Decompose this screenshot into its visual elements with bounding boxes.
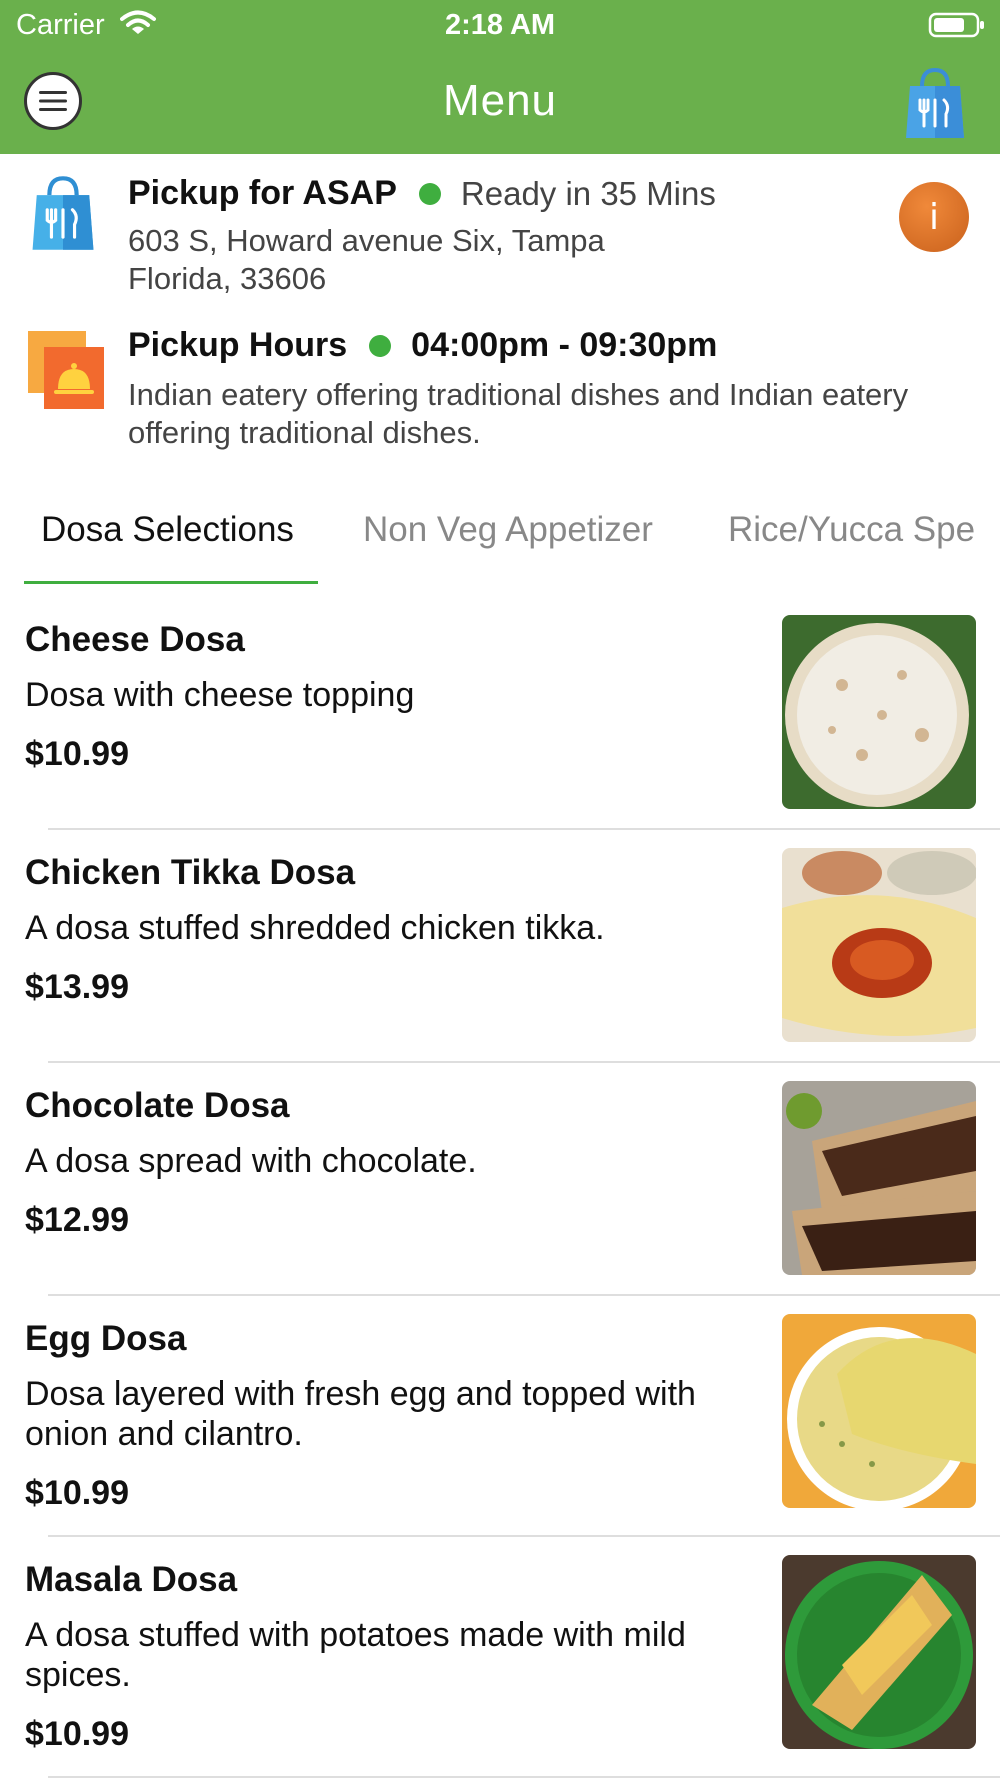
hours-status-dot bbox=[369, 334, 392, 357]
page-title: Menu bbox=[442, 76, 558, 125]
info-button[interactable]: i bbox=[899, 182, 969, 252]
pickup-hours-range: 04:00pm - 09:30pm bbox=[411, 326, 718, 364]
tab-rice-yucca-specials[interactable]: Rice/Yucca Spe bbox=[728, 510, 975, 550]
ready-status-dot bbox=[418, 182, 441, 205]
address-line-2: Florida, 33606 bbox=[128, 261, 327, 296]
pickup-hours-line: Pickup Hours 04:00pm - 09:30pm bbox=[128, 326, 717, 365]
item-description: A dosa stuffed shredded chicken tikka. bbox=[25, 909, 605, 947]
item-price: $10.99 bbox=[25, 1474, 129, 1512]
item-name: Chicken Tikka Dosa bbox=[25, 853, 356, 892]
item-price: $10.99 bbox=[25, 735, 129, 773]
item-description: A dosa stuffed with potatoes made with m… bbox=[25, 1616, 686, 1694]
address-line-1: 603 S, Howard avenue Six, Tampa bbox=[128, 223, 605, 258]
item-description: Dosa layered with fresh egg and topped w… bbox=[25, 1375, 696, 1453]
ready-time-label: Ready in 35 Mins bbox=[460, 174, 716, 212]
item-photo-chicken-tikka-dosa bbox=[782, 848, 976, 1042]
status-bar: Carrier 2:18 AM bbox=[0, 0, 1000, 50]
category-tabs: Dosa Selections Non Veg Appetizer Rice/Y… bbox=[0, 500, 1000, 584]
pickup-status-line: Pickup for ASAP Ready in 35 Mins bbox=[128, 174, 716, 213]
item-photo-chocolate-dosa bbox=[782, 1081, 976, 1275]
item-divider bbox=[48, 1294, 1000, 1296]
item-divider bbox=[48, 1535, 1000, 1537]
pickup-address: 603 S, Howard avenue Six, Tampa Florida,… bbox=[128, 222, 848, 298]
food-cloche-icon bbox=[26, 329, 106, 416]
item-description: A dosa spread with chocolate. bbox=[25, 1142, 477, 1180]
item-price: $12.99 bbox=[25, 1201, 129, 1239]
item-name: Masala Dosa bbox=[25, 1560, 238, 1599]
tab-dosa-selections[interactable]: Dosa Selections bbox=[41, 510, 294, 550]
battery-icon bbox=[928, 12, 986, 43]
tab-non-veg-appetizer[interactable]: Non Veg Appetizer bbox=[363, 510, 653, 550]
item-divider bbox=[48, 1061, 1000, 1063]
clock-label: 2:18 AM bbox=[444, 9, 556, 41]
active-tab-indicator bbox=[24, 581, 318, 584]
item-price: $13.99 bbox=[25, 968, 129, 1006]
item-photo-cheese-dosa bbox=[782, 615, 976, 809]
item-price: $10.99 bbox=[25, 1715, 129, 1753]
item-divider bbox=[48, 828, 1000, 830]
item-description: Dosa with cheese topping bbox=[25, 676, 415, 714]
item-name: Cheese Dosa bbox=[25, 620, 245, 659]
item-name: Chocolate Dosa bbox=[25, 1086, 290, 1125]
pickup-title: Pickup for ASAP bbox=[128, 174, 397, 212]
item-name: Egg Dosa bbox=[25, 1319, 187, 1358]
cart-button[interactable] bbox=[900, 64, 970, 149]
restaurant-description: Indian eatery offering traditional dishe… bbox=[128, 377, 909, 450]
shopping-bag-icon bbox=[906, 67, 964, 138]
pickup-bag-icon bbox=[26, 172, 100, 261]
item-photo-egg-dosa bbox=[782, 1314, 976, 1508]
navigation-bar: Menu bbox=[0, 50, 1000, 154]
item-photo-masala-dosa bbox=[782, 1555, 976, 1749]
header-bar: Carrier 2:18 AM Menu bbox=[0, 0, 1000, 154]
pickup-hours-title: Pickup Hours bbox=[128, 326, 348, 364]
